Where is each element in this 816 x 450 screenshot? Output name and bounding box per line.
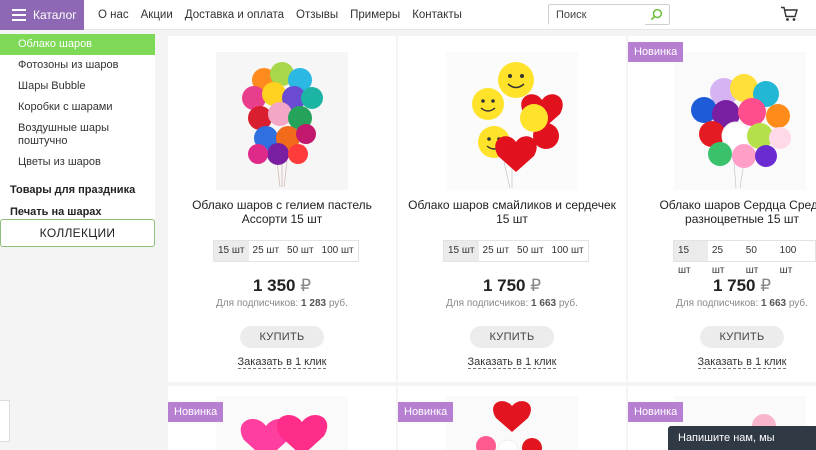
one-click-order: Заказать в 1 клик <box>628 356 816 369</box>
product-card: Новинка <box>398 386 626 450</box>
size-option[interactable]: 25 шт <box>479 241 514 261</box>
new-badge: Новинка <box>628 42 684 62</box>
subscriber-label: Для подписчиков: <box>676 298 759 309</box>
sidebar-item-party-goods[interactable]: Товары для праздника <box>0 179 155 201</box>
product-image[interactable] <box>446 396 578 450</box>
currency-sign: ₽ <box>530 276 542 295</box>
new-badge: Новинка <box>398 402 454 422</box>
size-option[interactable]: 25 шт <box>249 241 284 261</box>
one-click-order: Заказать в 1 клик <box>398 356 626 369</box>
subscriber-label: Для подписчиков: <box>216 298 299 309</box>
product-title[interactable]: Облако шаров с гелием пастель Ассорти 15… <box>172 198 392 226</box>
subscriber-label: Для подписчиков: <box>446 298 529 309</box>
size-selector: 15 шт 25 шт 50 шт 100 шт <box>673 240 816 276</box>
sidebar-item-boxes[interactable]: Коробки с шарами <box>0 97 155 118</box>
size-option[interactable]: 15 шт <box>444 241 479 261</box>
product-image[interactable] <box>446 52 578 190</box>
subscriber-price-value: 1 663 <box>761 298 787 309</box>
smiley-hearts-image <box>446 52 578 190</box>
size-option[interactable]: 100 шт <box>318 241 358 261</box>
sidebar-item-single-balloons[interactable]: Воздушные шары поштучно <box>0 118 120 152</box>
sidebar-item-balloon-cloud[interactable]: Облако шаров <box>0 34 155 55</box>
hearts-cloud-image <box>674 52 806 190</box>
size-selector: 15 шт 25 шт 50 шт 100 шт <box>213 240 359 262</box>
subscriber-price-value: 1 663 <box>531 298 557 309</box>
one-click-link[interactable]: Заказать в 1 клик <box>697 356 787 369</box>
price-value: 1 350 <box>252 276 296 295</box>
size-option[interactable]: 100 шт <box>776 241 815 276</box>
subscriber-price: Для подписчиков: 1 663 руб. <box>398 298 626 309</box>
collections-button[interactable]: КОЛЛЕКЦИИ <box>0 219 155 247</box>
size-selector: 15 шт 25 шт 50 шт 100 шт <box>443 240 589 262</box>
menu-icon <box>12 9 26 21</box>
subscriber-price: Для подписчиков: 1 663 руб. <box>628 298 816 309</box>
product-image[interactable] <box>216 396 348 450</box>
product-image[interactable] <box>216 52 348 190</box>
pink-hearts-image <box>216 396 348 450</box>
subscriber-currency: руб. <box>328 298 348 309</box>
heart-balloons-image <box>446 396 578 450</box>
search-input[interactable] <box>549 5 645 25</box>
nav-examples[interactable]: Примеры <box>350 9 400 21</box>
size-option[interactable]: 15 шт <box>214 241 249 261</box>
new-badge: Новинка <box>628 402 684 422</box>
subscriber-currency: руб. <box>558 298 578 309</box>
product-card: Новинка Облако шаров Сердца Средн разноц… <box>628 36 816 382</box>
main-nav: О нас Акции Доставка и оплата Отзывы При… <box>98 0 462 30</box>
product-card: Облако шаров с гелием пастель Ассорти 15… <box>168 36 396 382</box>
nav-reviews[interactable]: Отзывы <box>296 9 338 21</box>
sidebar: Облако шаров Фотозоны из шаров Шары Bubb… <box>0 34 155 231</box>
size-option[interactable]: 25 шт <box>708 241 742 276</box>
nav-promos[interactable]: Акции <box>141 9 173 21</box>
product-price: 1 350 ₽ <box>168 276 396 296</box>
one-click-link[interactable]: Заказать в 1 клик <box>237 356 327 369</box>
buy-button[interactable]: КУПИТЬ <box>240 326 324 348</box>
search-box <box>548 4 670 25</box>
new-badge: Новинка <box>168 402 224 422</box>
size-option[interactable]: 50 шт <box>283 241 318 261</box>
price-value: 1 750 <box>712 276 756 295</box>
product-image[interactable] <box>674 52 806 190</box>
recaptcha-badge[interactable] <box>0 400 10 442</box>
nav-contacts[interactable]: Контакты <box>412 9 462 21</box>
buy-button[interactable]: КУПИТЬ <box>700 326 784 348</box>
catalog-button[interactable]: Каталог <box>0 0 84 30</box>
catalog-label: Каталог <box>33 8 77 22</box>
size-option[interactable]: 50 шт <box>742 241 776 276</box>
currency-sign: ₽ <box>300 276 312 295</box>
search-icon[interactable] <box>650 8 663 21</box>
buy-button[interactable]: КУПИТЬ <box>470 326 554 348</box>
size-option[interactable]: 50 шт <box>513 241 548 261</box>
product-title[interactable]: Облако шаров Сердца Средн разноцветные 1… <box>628 198 816 226</box>
one-click-order: Заказать в 1 клик <box>168 356 396 369</box>
nav-delivery[interactable]: Доставка и оплата <box>185 9 284 21</box>
subscriber-price: Для подписчиков: 1 283 руб. <box>168 298 396 309</box>
balloon-cloud-image <box>216 52 348 190</box>
product-price: 1 750 ₽ <box>628 276 816 296</box>
category-list: Облако шаров Фотозоны из шаров Шары Bubb… <box>0 34 155 231</box>
product-card: Облако шаров смайликов и сердечек 15 шт … <box>398 36 626 382</box>
sidebar-item-bubble[interactable]: Шары Bubble <box>0 76 155 97</box>
product-title[interactable]: Облако шаров смайликов и сердечек 15 шт <box>402 198 622 226</box>
chat-widget-button[interactable]: Напишите нам, мы онлайн! <box>668 426 816 450</box>
subscriber-price-value: 1 283 <box>301 298 327 309</box>
subscriber-currency: руб. <box>788 298 808 309</box>
top-header: Каталог О нас Акции Доставка и оплата От… <box>0 0 816 30</box>
size-option[interactable]: 15 шт <box>674 241 708 276</box>
product-card: Новинка <box>168 386 396 450</box>
price-value: 1 750 <box>482 276 526 295</box>
one-click-link[interactable]: Заказать в 1 клик <box>467 356 557 369</box>
currency-sign: ₽ <box>760 276 772 295</box>
cart-icon[interactable] <box>780 6 798 22</box>
product-price: 1 750 ₽ <box>398 276 626 296</box>
nav-about[interactable]: О нас <box>98 9 129 21</box>
sidebar-item-photozones[interactable]: Фотозоны из шаров <box>0 55 155 76</box>
size-option[interactable]: 100 шт <box>548 241 588 261</box>
sidebar-item-flowers[interactable]: Цветы из шаров <box>0 152 155 173</box>
